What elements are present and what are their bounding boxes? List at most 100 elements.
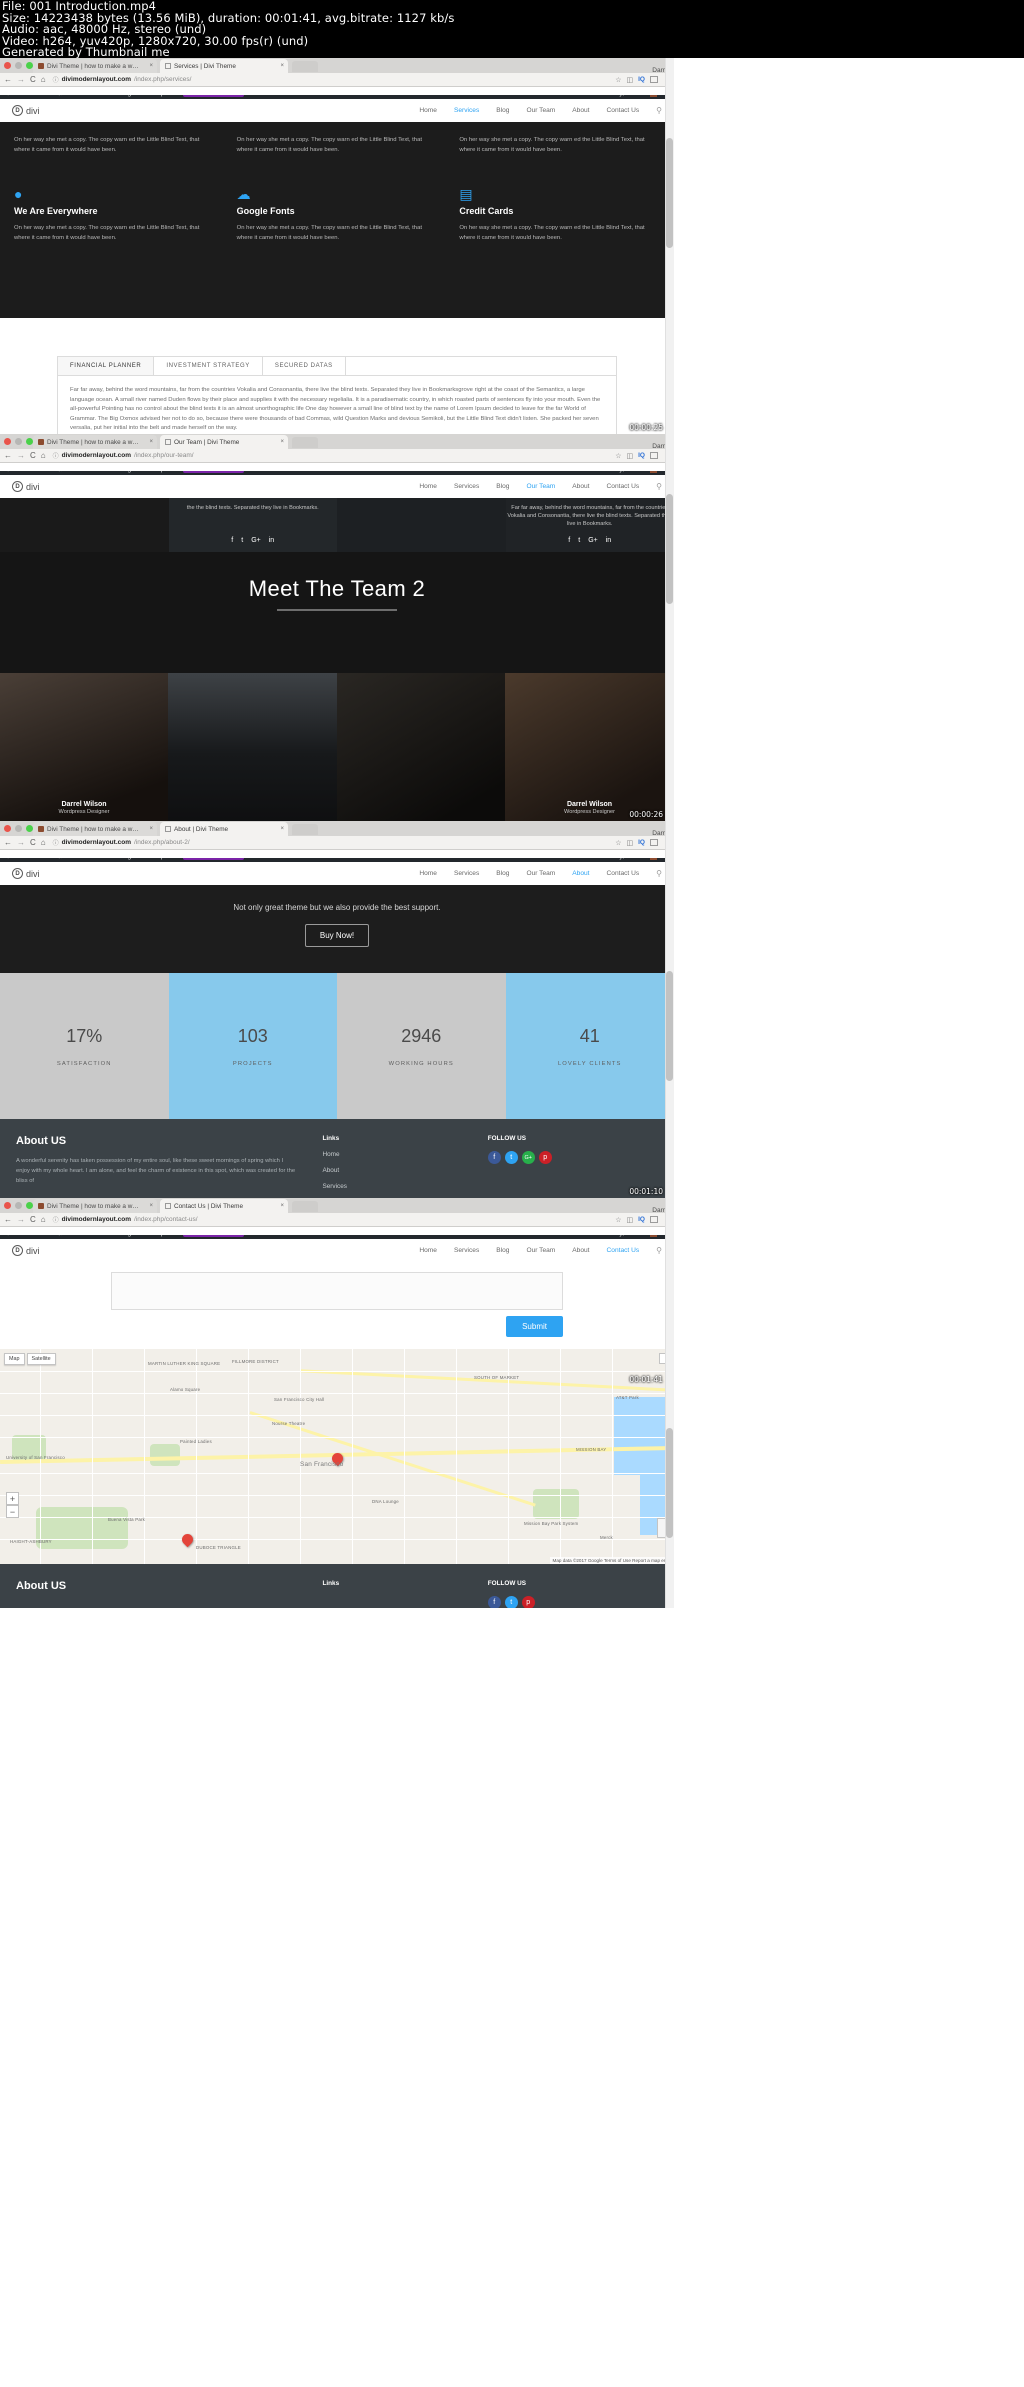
close-window-button[interactable] (4, 825, 11, 832)
home-button[interactable]: ⌂ (41, 1215, 46, 1224)
window-traffic-lights[interactable] (4, 62, 33, 69)
minimize-window-button[interactable] (15, 1202, 22, 1209)
window-traffic-lights[interactable] (4, 825, 33, 832)
browser-tab-divi-theme[interactable]: Divi Theme | how to make a w… × (33, 822, 157, 836)
nav-item-our-team[interactable]: Our Team (526, 1247, 555, 1254)
forward-button[interactable]: → (17, 75, 25, 84)
new-tab-button[interactable] (292, 61, 318, 72)
close-tab-icon[interactable]: × (145, 63, 153, 69)
info-icon[interactable]: ⓘ (53, 75, 59, 84)
forward-button[interactable]: → (17, 451, 25, 460)
close-tab-icon[interactable]: × (276, 63, 284, 69)
nav-item-home[interactable]: Home (419, 107, 437, 114)
page-scrollbar[interactable] (665, 1198, 674, 1608)
forward-button[interactable]: → (17, 838, 25, 847)
close-tab-icon[interactable]: × (145, 826, 153, 832)
info-icon[interactable]: ⓘ (53, 838, 59, 847)
window-traffic-lights[interactable] (4, 438, 33, 445)
nav-item-blog[interactable]: Blog (496, 870, 509, 877)
info-icon[interactable]: ⓘ (53, 1215, 59, 1224)
google-plus-icon[interactable]: G+ (251, 537, 261, 544)
nav-item-blog[interactable]: Blog (496, 107, 509, 114)
pinterest-icon[interactable]: p (521, 1596, 535, 1608)
tab-financial-planner[interactable]: FINANCIAL PLANNER (58, 357, 155, 375)
nav-item-contact-us[interactable]: Contact Us (607, 870, 640, 877)
facebook-icon[interactable]: f (487, 1151, 501, 1164)
browser-tab-about[interactable]: About | Divi Theme × (160, 822, 288, 836)
nav-item-contact-us[interactable]: Contact Us (607, 483, 640, 490)
nav-item-our-team[interactable]: Our Team (526, 107, 555, 114)
nav-item-services[interactable]: Services (454, 483, 479, 490)
nav-item-services[interactable]: Services (454, 870, 479, 877)
nav-item-blog[interactable]: Blog (496, 1247, 509, 1254)
site-logo[interactable]: D divi (12, 481, 40, 492)
twitter-icon[interactable]: t (504, 1596, 518, 1608)
home-button[interactable]: ⌂ (41, 451, 46, 460)
map-zoom-controls[interactable]: + − (6, 1492, 19, 1518)
info-icon[interactable]: ⓘ (53, 451, 59, 460)
nav-item-contact-us[interactable]: Contact Us (607, 107, 640, 114)
pinterest-icon[interactable]: p (538, 1151, 552, 1164)
tab-secured-datas[interactable]: SECURED DATAS (263, 357, 346, 375)
twitter-icon[interactable]: t (504, 1151, 518, 1164)
facebook-icon[interactable]: f (568, 537, 570, 544)
reload-button[interactable]: C (30, 451, 36, 460)
site-logo[interactable]: D divi (12, 868, 40, 879)
address-bar[interactable]: ⓘ divimodernlayout.com/index.php/contact… (51, 1215, 611, 1225)
nav-item-blog[interactable]: Blog (496, 483, 509, 490)
back-button[interactable]: ← (4, 451, 12, 460)
submit-button[interactable]: Submit (506, 1316, 563, 1337)
facebook-icon[interactable]: f (231, 537, 233, 544)
extension-icon[interactable] (650, 452, 658, 459)
magnifier-icon[interactable]: ⚲ (656, 1246, 662, 1255)
nav-item-about[interactable]: About (572, 870, 589, 877)
map-zoom-in-button[interactable]: + (6, 1492, 19, 1505)
map-type-map[interactable]: Map (4, 1353, 25, 1365)
extension-icon[interactable] (650, 1216, 658, 1223)
maximize-window-button[interactable] (26, 1202, 33, 1209)
cast-icon[interactable]: ◫ (627, 76, 634, 84)
cast-icon[interactable]: ◫ (627, 452, 634, 460)
scrollbar-thumb[interactable] (666, 138, 673, 248)
linkedin-icon[interactable]: in (606, 537, 611, 544)
facebook-icon[interactable]: f (487, 1596, 501, 1608)
nav-item-our-team[interactable]: Our Team (526, 870, 555, 877)
nav-item-about[interactable]: About (572, 107, 589, 114)
cast-icon[interactable]: ◫ (627, 1216, 634, 1224)
map-type-satellite[interactable]: Satellite (26, 1353, 56, 1365)
iq-extension-icon[interactable]: IQ (638, 839, 645, 846)
bookmark-star-icon[interactable]: ☆ (615, 839, 621, 847)
linkedin-icon[interactable]: in (269, 537, 274, 544)
browser-tab-divi-theme[interactable]: Divi Theme | how to make a w… × (33, 59, 157, 73)
page-scrollbar[interactable] (665, 821, 674, 1198)
minimize-window-button[interactable] (15, 825, 22, 832)
cast-icon[interactable]: ◫ (627, 839, 634, 847)
new-tab-button[interactable] (292, 824, 318, 835)
iq-extension-icon[interactable]: IQ (638, 1216, 645, 1223)
home-button[interactable]: ⌂ (41, 75, 46, 84)
page-scrollbar[interactable] (665, 58, 674, 434)
close-tab-icon[interactable]: × (276, 439, 284, 445)
browser-tab-divi-theme[interactable]: Divi Theme | how to make a w… × (33, 435, 157, 449)
minimize-window-button[interactable] (15, 62, 22, 69)
extension-icon[interactable] (650, 839, 658, 846)
minimize-window-button[interactable] (15, 438, 22, 445)
browser-tab-services[interactable]: Services | Divi Theme × (160, 59, 288, 73)
nav-item-contact-us[interactable]: Contact Us (607, 1247, 640, 1254)
extension-icon[interactable] (650, 76, 658, 83)
bookmark-star-icon[interactable]: ☆ (615, 76, 621, 84)
window-traffic-lights[interactable] (4, 1202, 33, 1209)
browser-tab-contact-us[interactable]: Contact Us | Divi Theme × (160, 1199, 288, 1213)
scrollbar-thumb[interactable] (666, 1428, 673, 1538)
reload-button[interactable]: C (30, 1215, 36, 1224)
back-button[interactable]: ← (4, 838, 12, 847)
map-zoom-out-button[interactable]: − (6, 1505, 19, 1518)
close-tab-icon[interactable]: × (145, 1203, 153, 1209)
address-bar[interactable]: ⓘ divimodernlayout.com/index.php/our-tea… (51, 451, 611, 461)
google-plus-icon[interactable]: G+ (588, 537, 598, 544)
maximize-window-button[interactable] (26, 438, 33, 445)
footer-link-services[interactable]: Services (322, 1183, 463, 1190)
twitter-icon[interactable]: t (578, 537, 580, 544)
iq-extension-icon[interactable]: IQ (638, 76, 645, 83)
home-button[interactable]: ⌂ (41, 838, 46, 847)
